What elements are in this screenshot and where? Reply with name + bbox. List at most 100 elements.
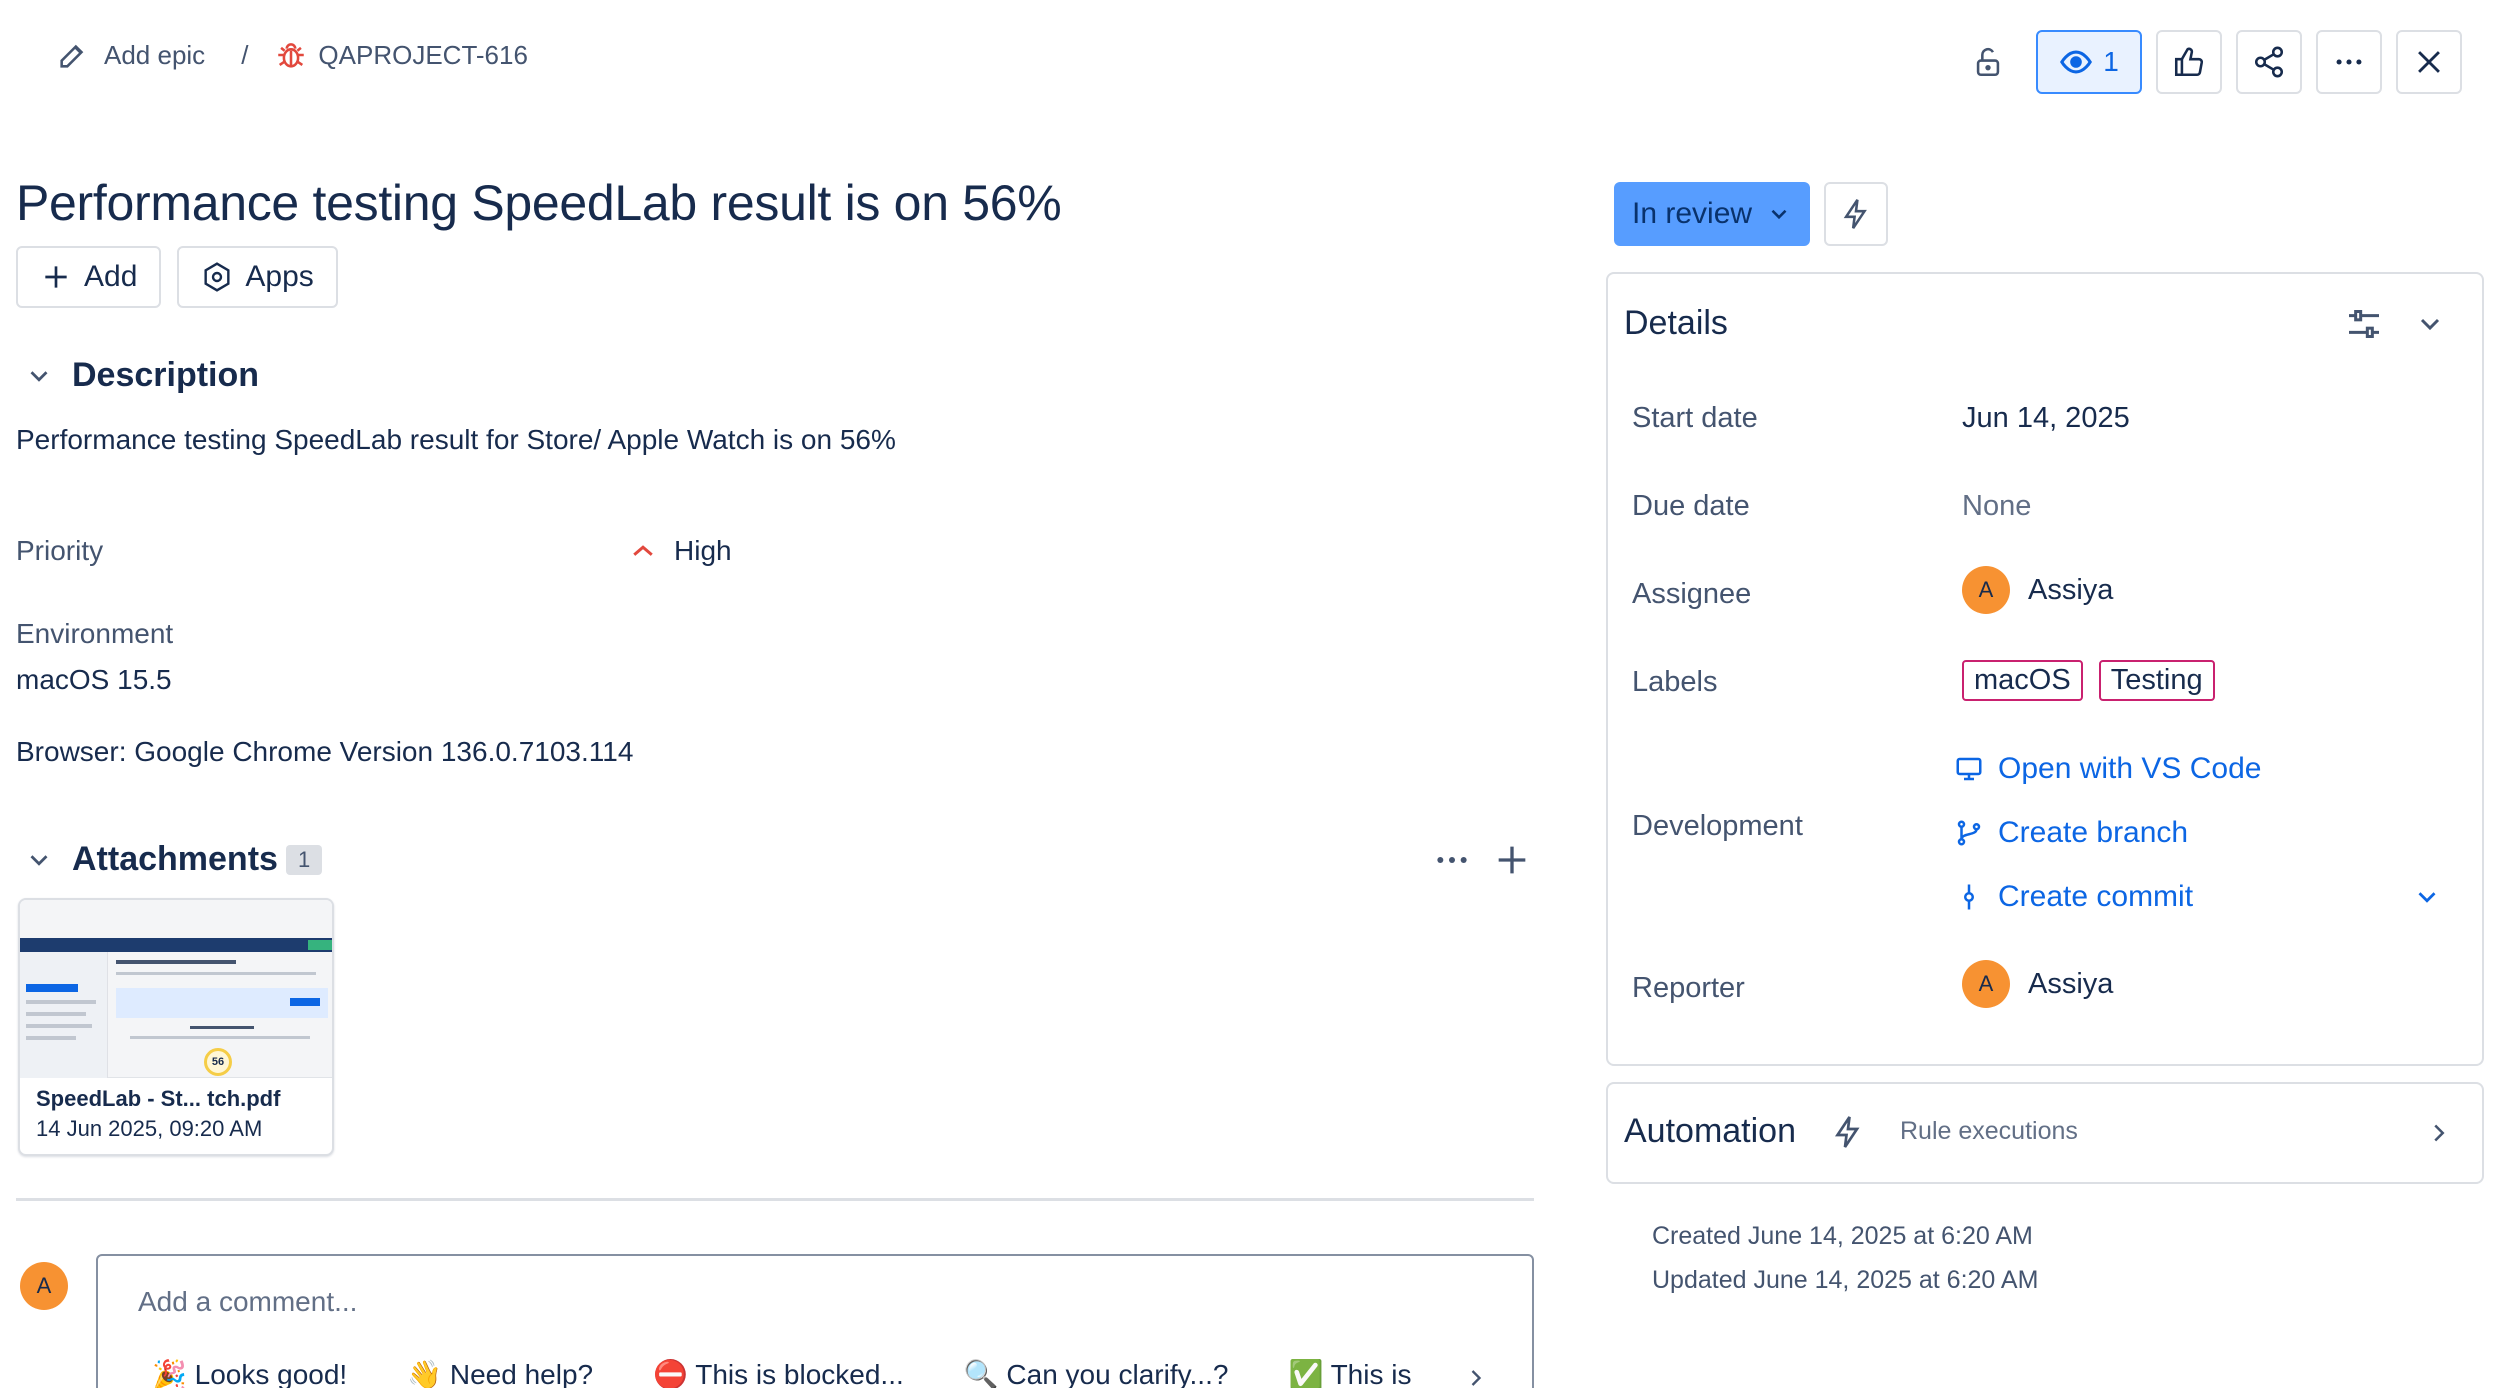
lightning-icon	[1834, 1115, 1860, 1148]
description-header[interactable]: Description	[24, 356, 259, 395]
apps-icon	[204, 262, 230, 292]
chevron-right-icon	[2434, 1124, 2445, 1142]
bug-icon	[278, 43, 305, 68]
details-heading[interactable]: Details	[1624, 304, 1728, 343]
quick-reply-this-is[interactable]: ✅ This is	[1288, 1358, 1411, 1388]
label-tag[interactable]: Testing	[2098, 660, 2215, 701]
attachments-count: 1	[285, 844, 323, 875]
edit-icon	[60, 44, 84, 68]
quick-reply-blocked[interactable]: ⛔ This is blocked...	[653, 1358, 904, 1388]
open-vscode-link[interactable]: Open with VS Code	[1954, 752, 2261, 786]
commit-icon	[1964, 884, 1974, 910]
environment-browser[interactable]: Browser: Google Chrome Version 136.0.710…	[16, 736, 633, 768]
rule-executions-label: Rule executions	[1900, 1117, 2078, 1145]
environment-label: Environment	[16, 618, 174, 649]
automation-panel[interactable]: Automation Rule executions	[1606, 1082, 2484, 1184]
close-icon	[2418, 51, 2440, 73]
share-button[interactable]	[2236, 30, 2302, 94]
automation-actions-button[interactable]	[1824, 182, 1888, 246]
watchers-count: 1	[2103, 46, 2119, 77]
thumb-green-mark	[308, 940, 332, 950]
quick-reply-clarify[interactable]: 🔍 Can you clarify...?	[964, 1358, 1229, 1388]
create-branch-link[interactable]: Create branch	[1954, 816, 2188, 850]
share-icon	[2254, 46, 2284, 78]
quick-reply-looks-good[interactable]: 🎉 Looks good!	[152, 1358, 347, 1388]
comment-box[interactable]: Add a comment... 🎉 Looks good! 👋 Need he…	[96, 1254, 1534, 1388]
thumb-score-circle: 56	[204, 1048, 232, 1076]
issue-key: QAPROJECT-616	[318, 39, 528, 70]
thumb-heading	[116, 960, 236, 964]
attachment-thumbnail: 56	[20, 900, 332, 1078]
add-epic-link[interactable]: Add epic	[56, 38, 205, 72]
add-epic-label: Add epic	[104, 39, 206, 70]
plus-icon	[1498, 846, 1526, 874]
assignee-label: Assignee	[1632, 578, 1752, 610]
priority-field[interactable]: High	[628, 535, 732, 567]
attachment-date: 14 Jun 2025, 09:20 AM	[36, 1116, 263, 1141]
more-actions-button[interactable]	[2316, 30, 2382, 94]
details-panel: Details Start date Jun 14, 2025 Due date…	[1606, 272, 2484, 1066]
issue-key-link[interactable]: QAPROJECT-616	[274, 38, 528, 72]
create-commit-label: Create commit	[1998, 880, 2194, 913]
description-text[interactable]: Performance testing SpeedLab result for …	[16, 424, 896, 456]
attachments-add-button[interactable]	[1492, 840, 1532, 880]
configure-fields-icon[interactable]	[2344, 304, 2384, 344]
updated-timestamp: Updated June 14, 2025 at 6:20 AM	[1652, 1266, 2039, 1294]
thumb-banner-button	[290, 998, 320, 1006]
reporter-field[interactable]: A Assiya	[1962, 960, 2113, 1008]
labels-label: Labels	[1632, 666, 1718, 698]
status-label: In review	[1632, 197, 1753, 230]
assignee-field[interactable]: A Assiya	[1962, 566, 2113, 614]
attachment-card[interactable]: 56 SpeedLab - St... tch.pdf 14 Jun 2025,…	[18, 898, 334, 1156]
unlock-icon	[1976, 47, 2000, 77]
issue-title[interactable]: Performance testing SpeedLab result is o…	[16, 174, 1062, 232]
thumb-line	[26, 1036, 76, 1040]
priority-label: Priority	[16, 535, 104, 566]
chevron-down-icon	[30, 854, 48, 866]
open-vscode-label: Open with VS Code	[1998, 752, 2262, 785]
chevron-down-icon[interactable]	[2414, 308, 2446, 340]
avatar: A	[1962, 960, 2010, 1008]
development-label: Development	[1632, 810, 1803, 842]
thumb-line	[26, 1024, 92, 1028]
attachments-more-button[interactable]	[1432, 840, 1472, 880]
more-horizontal-icon	[1437, 857, 1467, 863]
chevron-down-icon[interactable]	[2412, 882, 2442, 912]
divider	[16, 1198, 1534, 1201]
vote-button[interactable]	[2156, 30, 2222, 94]
attachments-heading: Attachments	[72, 840, 278, 878]
chevron-right-icon[interactable]	[1462, 1364, 1490, 1388]
avatar: A	[1962, 566, 2010, 614]
close-button[interactable]	[2396, 30, 2462, 94]
more-horizontal-icon	[2336, 59, 2362, 65]
add-button[interactable]: Add	[16, 246, 162, 308]
status-dropdown[interactable]: In review	[1614, 182, 1811, 246]
quick-replies: 🎉 Looks good! 👋 Need help? ⛔ This is blo…	[152, 1358, 1411, 1388]
environment-os[interactable]: macOS 15.5	[16, 664, 172, 696]
due-date-value[interactable]: None	[1962, 490, 2031, 523]
breadcrumb: Add epic / QAPROJECT-616	[56, 38, 528, 72]
apps-button[interactable]: Apps	[177, 246, 338, 308]
watch-button[interactable]: 1	[2036, 30, 2142, 94]
attachment-filename: SpeedLab - St... tch.pdf	[36, 1086, 281, 1111]
chevron-down-icon	[1771, 209, 1787, 220]
thumb-line	[26, 1012, 86, 1016]
start-date-value[interactable]: Jun 14, 2025	[1962, 402, 2130, 435]
thumbs-up-icon	[2174, 47, 2204, 77]
thumb-line	[190, 1026, 254, 1029]
restrictions-button[interactable]	[1956, 30, 2020, 94]
create-commit-link[interactable]: Create commit	[1954, 880, 2193, 914]
quick-reply-need-help[interactable]: 👋 Need help?	[407, 1358, 593, 1388]
lightning-icon	[1843, 199, 1867, 229]
chevron-down-icon	[30, 370, 48, 382]
assignee-name: Assiya	[2028, 573, 2114, 606]
plus-icon	[45, 266, 67, 288]
reporter-label: Reporter	[1632, 972, 1745, 1004]
label-tag[interactable]: macOS	[1962, 660, 2083, 701]
comment-placeholder[interactable]: Add a comment...	[138, 1286, 357, 1318]
thumb-sidebar-button	[26, 984, 78, 992]
automation-header: Automation Rule executions	[1624, 1112, 2078, 1151]
labels-field[interactable]: macOS Testing	[1962, 660, 2215, 701]
attachments-header[interactable]: Attachments 1	[24, 840, 323, 879]
start-date-label: Start date	[1632, 402, 1758, 434]
